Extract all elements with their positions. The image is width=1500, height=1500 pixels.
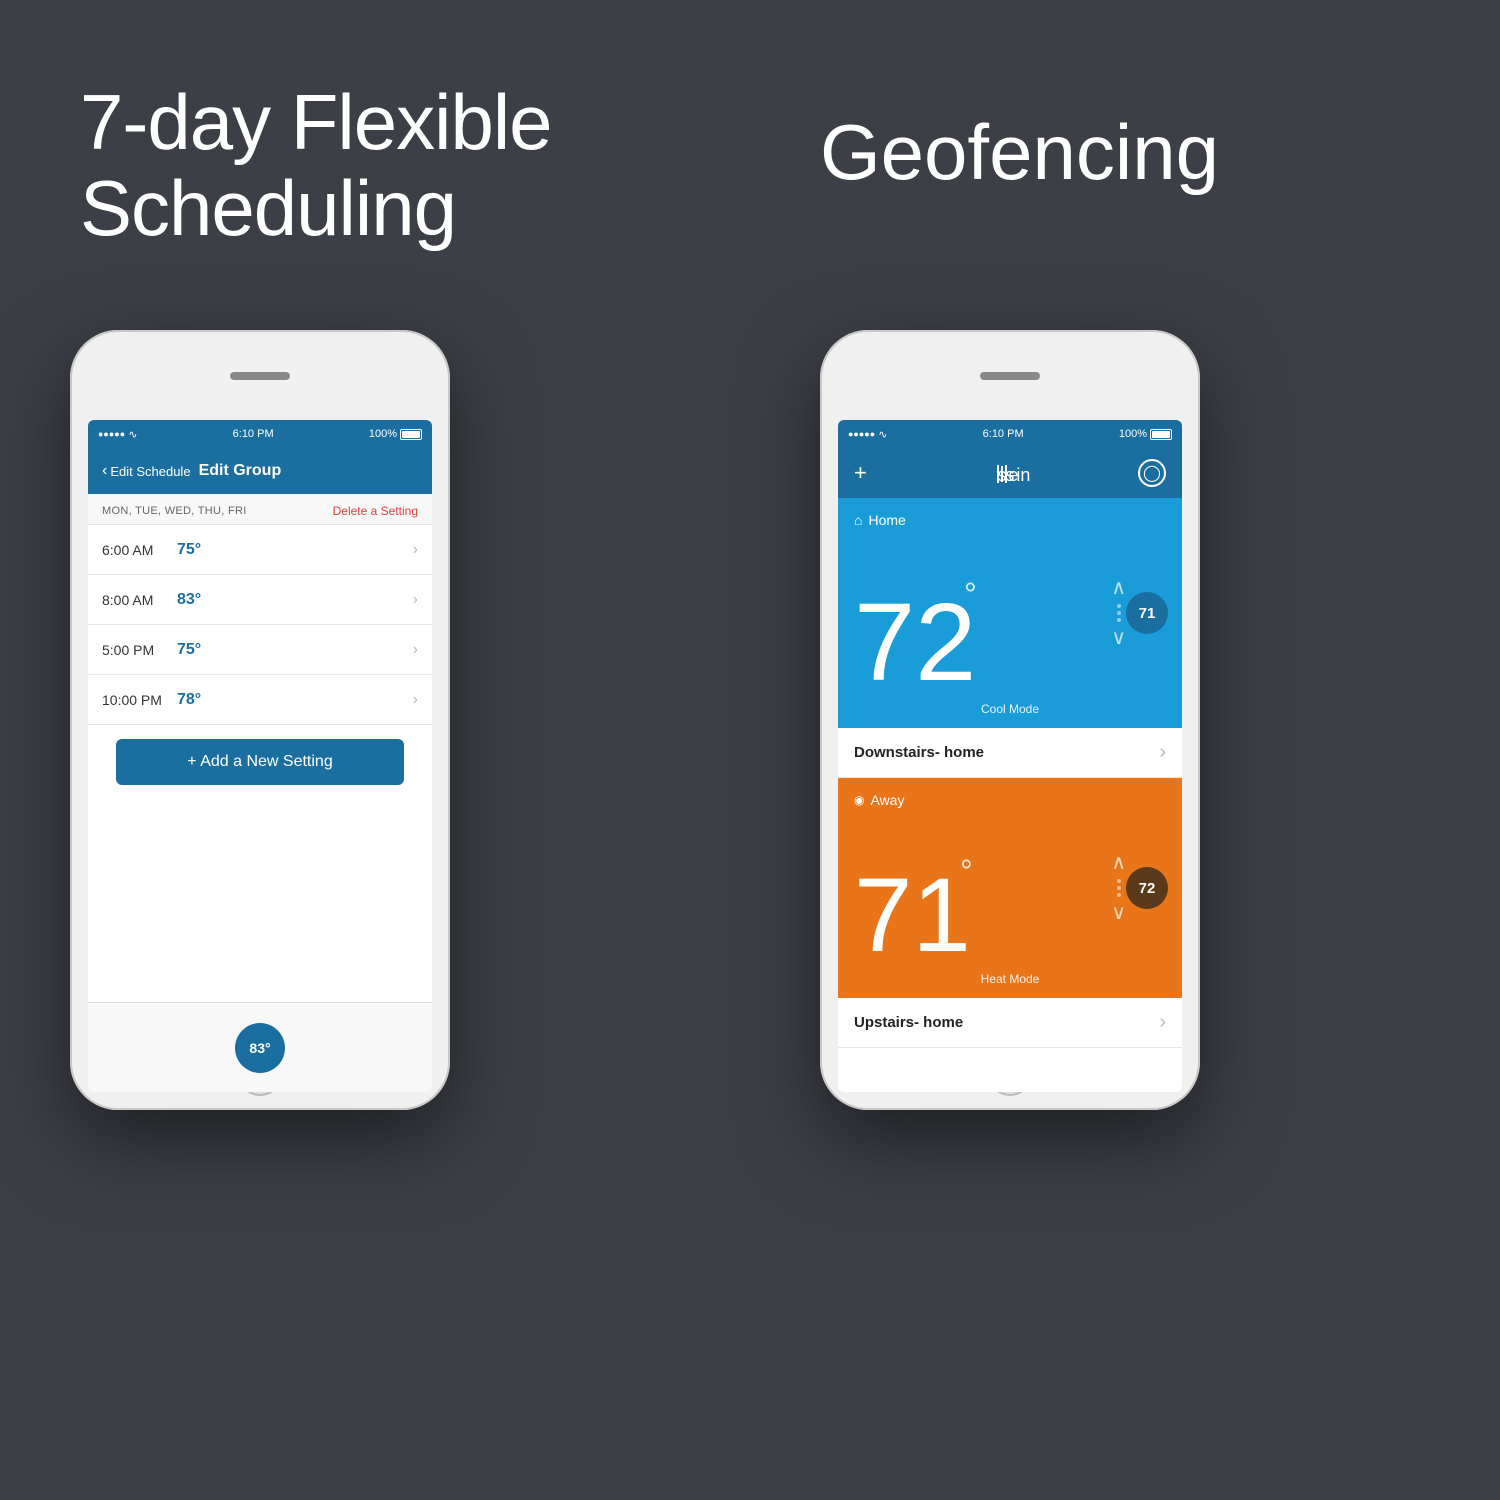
battery-label: 100% (369, 428, 397, 440)
add-icon[interactable]: + (854, 460, 867, 486)
chevron-right-2: › (413, 641, 418, 659)
partial-next-screen: 83° (88, 1002, 432, 1092)
battery-fill-right (1152, 431, 1170, 438)
chevron-away: › (1159, 1011, 1166, 1034)
away-label: ◉ Away (854, 792, 904, 808)
delete-setting-link[interactable]: Delete a Setting (333, 504, 418, 518)
away-big-temp: 71 (854, 863, 971, 968)
thermostat-name-home: Downstairs- home (854, 744, 984, 761)
battery-fill (402, 431, 420, 438)
schedule-temp-2: 75° (177, 641, 413, 659)
temp-dots-home (1117, 604, 1121, 622)
nav-bar-left: ‹ Edit Schedule Edit Group (88, 448, 432, 494)
add-setting-button[interactable]: + Add a New Setting (116, 739, 404, 785)
chevron-right-1: › (413, 591, 418, 609)
down-chevron-home[interactable]: ∨ (1111, 628, 1126, 648)
schedule-temp-1: 83° (177, 591, 413, 609)
up-chevron-away[interactable]: ∧ (1111, 853, 1126, 873)
sensi-logo: sensi (996, 463, 1008, 484)
home-label-text: Home (868, 512, 905, 528)
thermostat-card-home[interactable]: ⌂ Home 72 ° Cool Mode ∧ ∨ 71 (838, 498, 1182, 728)
schedule-temp-3: 78° (177, 691, 413, 709)
status-time-right: 6:10 PM (983, 428, 1024, 440)
bottom-temp-circle: 83° (235, 1023, 285, 1073)
left-phone-screen: ●●●●● ∿ 6:10 PM 100% ‹ Edit Schedule Edi… (88, 420, 432, 1092)
right-phone-screen: ●●●●● ∿ 6:10 PM 100% + sensi ◯ (838, 420, 1182, 1092)
back-chevron: ‹ (102, 462, 107, 480)
chevron-right-0: › (413, 541, 418, 559)
away-mode: Heat Mode (981, 972, 1040, 986)
signal-dots-right: ●●●●● (848, 429, 875, 439)
set-temp-away: 72 (1126, 867, 1168, 909)
set-temp-home: 71 (1126, 592, 1168, 634)
thermostat-list-away[interactable]: Upstairs- home › (838, 998, 1182, 1048)
status-bar-left: ●●●●● ∿ 6:10 PM 100% (88, 420, 432, 448)
schedule-time-1: 8:00 AM (102, 592, 177, 608)
away-label-text: Away (870, 792, 904, 808)
signal-area: ●●●●● ∿ (98, 428, 137, 441)
sensi-nav-bar: + sensi ◯ (838, 448, 1182, 498)
away-controls: ∧ ∨ (1111, 853, 1126, 923)
up-chevron-home[interactable]: ∧ (1111, 578, 1126, 598)
schedule-temp-0: 75° (177, 541, 413, 559)
chevron-home: › (1159, 741, 1166, 764)
schedule-time-0: 6:00 AM (102, 542, 177, 558)
schedule-item-3[interactable]: 10:00 PM 78° › (88, 675, 432, 725)
home-label: ⌂ Home (854, 512, 906, 528)
status-bar-right: ●●●●● ∿ 6:10 PM 100% (838, 420, 1182, 448)
schedule-item-2[interactable]: 5:00 PM 75° › (88, 625, 432, 675)
battery-icon (400, 429, 422, 440)
away-icon: ◉ (854, 793, 864, 807)
status-time: 6:10 PM (233, 428, 274, 440)
user-circle-icon: ◯ (1143, 463, 1161, 483)
thermostat-list-home[interactable]: Downstairs- home › (838, 728, 1182, 778)
thermostat-card-away[interactable]: ◉ Away 71 ° Heat Mode ∧ ∨ 72 (838, 778, 1182, 998)
signal-area-right: ●●●●● ∿ (848, 428, 887, 441)
nav-title: Edit Group (199, 462, 282, 480)
home-degree: ° (964, 576, 977, 613)
chevron-right-3: › (413, 691, 418, 709)
signal-dots: ●●●●● (98, 429, 125, 439)
speaker-right (980, 372, 1040, 380)
schedule-item-0[interactable]: 6:00 AM 75° › (88, 525, 432, 575)
home-controls: ∧ ∨ (1111, 578, 1126, 648)
headline-left: 7-day Flexible Scheduling (80, 80, 552, 252)
home-mode: Cool Mode (981, 702, 1039, 716)
wifi-icon: ∿ (128, 428, 137, 441)
phone-right: ●●●●● ∿ 6:10 PM 100% + sensi ◯ (820, 330, 1200, 1110)
temp-dots-away (1117, 879, 1121, 897)
schedule-list: 6:00 AM 75° › 8:00 AM 83° › 5:00 PM 75° … (88, 525, 432, 725)
schedule-time-3: 10:00 PM (102, 692, 177, 708)
battery-label-right: 100% (1119, 428, 1147, 440)
thermostat-name-away: Upstairs- home (854, 1014, 963, 1031)
headline-right: Geofencing (820, 110, 1219, 196)
speaker-left (230, 372, 290, 380)
days-label: MON, TUE, WED, THU, FRI (102, 505, 247, 517)
battery-icon-right (1150, 429, 1172, 440)
user-icon[interactable]: ◯ (1138, 459, 1166, 487)
background: 7-day Flexible Scheduling Geofencing ●●●… (0, 0, 1500, 1500)
away-degree: ° (960, 853, 973, 890)
back-label: Edit Schedule (110, 464, 190, 479)
home-icon: ⌂ (854, 512, 862, 528)
schedule-time-2: 5:00 PM (102, 642, 177, 658)
back-button[interactable]: ‹ Edit Schedule (102, 462, 191, 480)
battery-area-right: 100% (1119, 428, 1172, 440)
home-big-temp: 72 (854, 588, 976, 698)
schedule-item-1[interactable]: 8:00 AM 83° › (88, 575, 432, 625)
schedule-header: MON, TUE, WED, THU, FRI Delete a Setting (88, 494, 432, 525)
down-chevron-away[interactable]: ∨ (1111, 903, 1126, 923)
battery-area: 100% (369, 428, 422, 440)
wifi-icon-right: ∿ (878, 428, 887, 441)
add-setting-area: + Add a New Setting (88, 739, 432, 785)
phone-left: ●●●●● ∿ 6:10 PM 100% ‹ Edit Schedule Edi… (70, 330, 450, 1110)
